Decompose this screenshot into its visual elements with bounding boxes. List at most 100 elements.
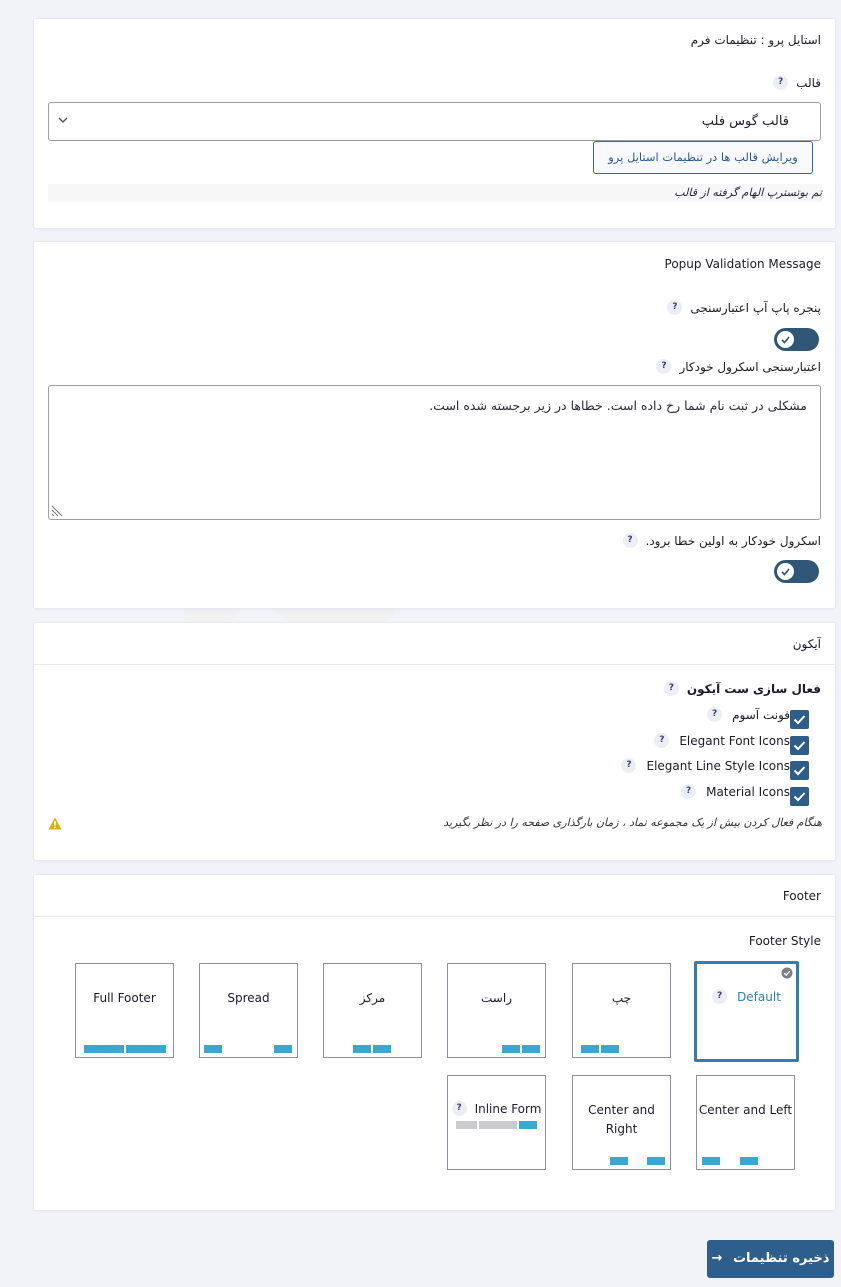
footer-bar	[610, 1157, 628, 1165]
chevron-down-icon	[58, 117, 68, 123]
footer-option-label: Full Footer	[93, 991, 156, 1005]
footer-bar	[274, 1045, 292, 1053]
help-icon[interactable]: ?	[654, 733, 670, 748]
footer-option-left[interactable]: چپ	[572, 963, 671, 1058]
check-icon	[781, 336, 790, 344]
auto-scroll-label: اعتبارسنجی اسکرول خودکار	[679, 359, 821, 374]
template-note: تم بوتسترپ الهام گرفته از قالب	[48, 184, 822, 202]
footer-option-default[interactable]: ? Default	[694, 961, 799, 1062]
footer-bar	[647, 1157, 665, 1165]
help-icon[interactable]: ?	[621, 758, 637, 773]
help-icon[interactable]: ?	[712, 989, 728, 1004]
scroll-first-error-toggle[interactable]	[774, 560, 819, 583]
form-settings-card: استایل پرو : تنظیمات فرم قالب ? قالب گوس…	[33, 18, 836, 229]
footer-option-right[interactable]: راست	[447, 963, 546, 1058]
footer-bar	[373, 1045, 391, 1053]
footer-option-spread[interactable]: Spread	[199, 963, 298, 1058]
help-icon[interactable]: ?	[451, 1101, 467, 1116]
checkbox-elegant-font-icons[interactable]	[790, 736, 809, 755]
icons-card: آیکون فعال سازی ست آیکون ? ? فونت آسوم ?…	[33, 622, 836, 861]
footer-bar	[519, 1121, 537, 1129]
template-label: قالب	[796, 75, 821, 90]
footer-bar	[740, 1157, 758, 1165]
footer-option-full-footer[interactable]: Full Footer	[75, 963, 174, 1058]
icon-option-label: فونت آسوم	[732, 707, 790, 722]
footer-option-caption-row: ? Default	[697, 989, 796, 1004]
enable-iconset-label: فعال سازی ست آیکون	[686, 681, 821, 696]
validation-message-textarea[interactable]: مشکلی در ثبت نام شما رخ داده است. خطاها …	[48, 385, 821, 520]
icon-option-row: ? فونت آسوم	[707, 707, 790, 722]
help-icon[interactable]: ?	[773, 75, 789, 90]
checkbox-material-icons[interactable]	[790, 787, 809, 806]
footer-option-center[interactable]: مرکز	[323, 963, 422, 1058]
help-icon[interactable]: ?	[667, 300, 683, 315]
footer-bar	[126, 1045, 166, 1053]
footer-bar	[581, 1045, 599, 1053]
check-icon	[793, 792, 806, 802]
footer-option-label: Center and Right	[588, 1103, 655, 1136]
footer-bar	[601, 1045, 619, 1053]
template-select-value: قالب گوس فلپ	[701, 114, 789, 129]
edit-templates-button[interactable]: ویرایش قالب ها در تنظیمات استایل پرو	[593, 141, 813, 174]
toggle-knob	[777, 563, 794, 580]
popup-validation-toggle[interactable]	[774, 328, 819, 351]
first-error-label-row: اسکرول خودکار به اولین خطا برود. ?	[622, 533, 822, 548]
popup-validation-label: پنجره پاپ آپ اعتبارسنجی	[690, 300, 821, 315]
footer-option-label: Inline Form	[474, 1101, 542, 1116]
footer-bar	[456, 1121, 477, 1129]
footer-option-label: راست	[481, 991, 512, 1005]
help-icon[interactable]: ?	[663, 681, 679, 696]
icon-option-row: ? Elegant Font Icons	[654, 733, 790, 748]
footer-bar	[353, 1045, 371, 1053]
toggle-knob	[777, 331, 794, 348]
form-settings-title: استایل پرو : تنظیمات فرم	[690, 33, 821, 47]
template-select[interactable]: قالب گوس فلپ	[48, 102, 821, 141]
save-button-label: ذخیره تنظیمات	[732, 1251, 830, 1266]
footer-bar	[204, 1045, 222, 1053]
divider	[34, 664, 835, 665]
scroll-label-row: اعتبارسنجی اسکرول خودکار ?	[656, 359, 821, 374]
footer-option-label: مرکز	[359, 991, 386, 1005]
footer-card: Footer Footer Style ? Default چپ راست مر…	[33, 874, 836, 1211]
footer-bar	[84, 1045, 124, 1053]
footer-option-label: Center and Left	[698, 1103, 793, 1117]
icon-option-label: Material Icons	[706, 784, 790, 799]
icon-option-label: Elegant Font Icons	[679, 733, 790, 748]
arrow-right-icon: →	[711, 1251, 723, 1266]
popup-label-row: پنجره پاپ آپ اعتبارسنجی ?	[667, 300, 821, 315]
save-settings-button[interactable]: ذخیره تنظیمات →	[707, 1240, 834, 1278]
footer-bar	[502, 1045, 520, 1053]
icon-option-label: Elegant Line Style Icons	[646, 758, 790, 773]
popup-validation-title: Popup Validation Message	[664, 257, 821, 271]
resize-grip-icon[interactable]	[51, 503, 65, 517]
validation-message-text: مشکلی در ثبت نام شما رخ داده است. خطاها …	[429, 398, 807, 413]
footer-option-caption-row: ? Inline Form	[448, 1101, 545, 1116]
help-icon[interactable]: ?	[656, 359, 672, 374]
help-icon[interactable]: ?	[681, 784, 697, 799]
footer-option-center-and-left[interactable]: Center and Left	[696, 1075, 795, 1170]
popup-validation-card: Popup Validation Message پنجره پاپ آپ اع…	[33, 241, 836, 609]
icons-title: آیکون	[792, 637, 821, 651]
help-icon[interactable]: ?	[707, 707, 723, 722]
iconset-warning-text: هنگام فعال کردن بیش از یک مجموعه نماد ، …	[443, 816, 822, 829]
scroll-first-error-label: اسکرول خودکار به اولین خطا برود.	[645, 533, 822, 548]
footer-option-label: Spread	[227, 991, 270, 1005]
enable-iconset-row: فعال سازی ست آیکون ?	[663, 681, 821, 696]
checkbox-elegant-line-style-icons[interactable]	[790, 761, 809, 780]
check-icon	[793, 766, 806, 776]
footer-option-label: چپ	[611, 991, 632, 1005]
icon-option-row: ? Material Icons	[681, 784, 790, 799]
footer-bar	[479, 1121, 517, 1129]
footer-option-inline-form[interactable]: ? Inline Form	[447, 1075, 546, 1170]
footer-style-label: Footer Style	[748, 934, 821, 948]
help-icon[interactable]: ?	[622, 533, 638, 548]
checkbox-font-awesome[interactable]	[790, 710, 809, 729]
footer-title: Footer	[782, 889, 821, 903]
template-label-row: قالب ?	[773, 75, 821, 90]
footer-bar	[702, 1157, 720, 1165]
footer-option-center-and-right[interactable]: Center and Right	[572, 1075, 671, 1170]
selected-check-icon	[781, 967, 793, 979]
footer-option-label: Default	[737, 989, 781, 1004]
icon-option-row: ? Elegant Line Style Icons	[621, 758, 790, 773]
check-icon	[793, 715, 806, 725]
